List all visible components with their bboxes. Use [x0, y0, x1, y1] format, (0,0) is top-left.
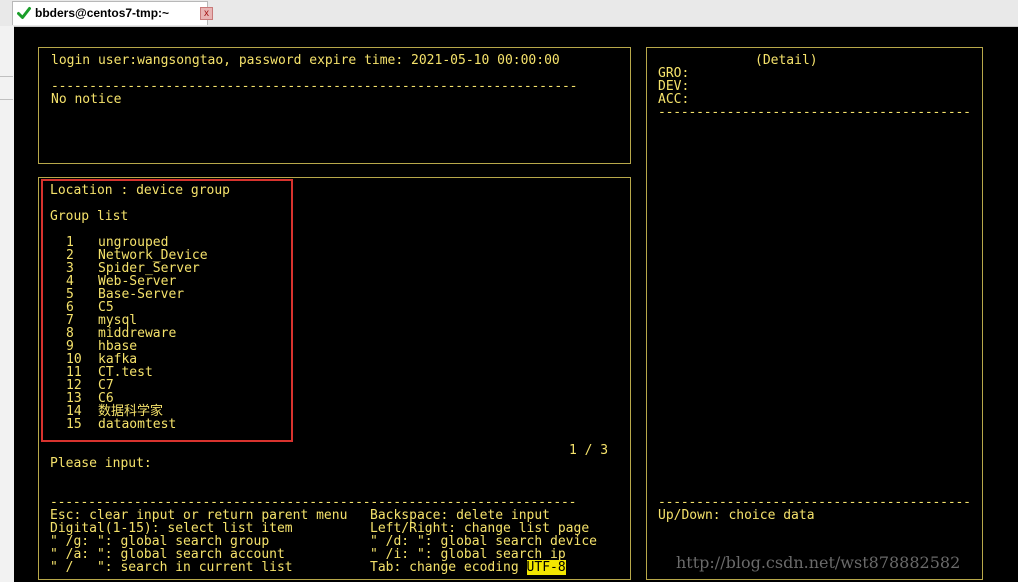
notice-text: No notice: [51, 92, 122, 107]
terminal-screen[interactable]: login user:wangsongtao, password expire …: [14, 27, 1018, 582]
input-prompt[interactable]: Please input:: [50, 457, 152, 470]
gutter-divider: [0, 76, 13, 100]
notice-panel: login user:wangsongtao, password expire …: [38, 47, 631, 164]
tab-title: bbders@centos7-tmp:~: [35, 6, 170, 20]
page-indicator: 1 / 3: [569, 443, 609, 458]
help-search-current: " / ": search in current list: [50, 560, 293, 575]
detail-separator-top: ----------------------------------------…: [658, 105, 971, 120]
help-encoding: Tab: change ecoding UTF-8: [370, 560, 566, 575]
selection-highlight-box: [41, 179, 293, 442]
left-gutter: [0, 26, 15, 582]
connected-check-icon: [17, 7, 31, 19]
session-tab[interactable]: bbders@centos7-tmp:~ x: [12, 1, 213, 25]
notice-separator: ----------------------------------------…: [51, 79, 578, 94]
watermark: http://blog.csdn.net/wst878882582: [676, 553, 961, 572]
encoding-value: UTF-8: [526, 560, 566, 575]
tab-close-icon[interactable]: x: [200, 7, 213, 20]
login-info: login user:wangsongtao, password expire …: [51, 53, 560, 68]
help-encoding-label: Tab: change ecoding: [370, 560, 527, 575]
detail-hint: Up/Down: choice data: [658, 508, 815, 523]
tab-bar: bbders@centos7-tmp:~ x: [0, 0, 1018, 27]
detail-panel: (Detail) GRO: DEV: ACC: ----------------…: [646, 47, 983, 580]
detail-title: (Detail): [755, 53, 818, 68]
